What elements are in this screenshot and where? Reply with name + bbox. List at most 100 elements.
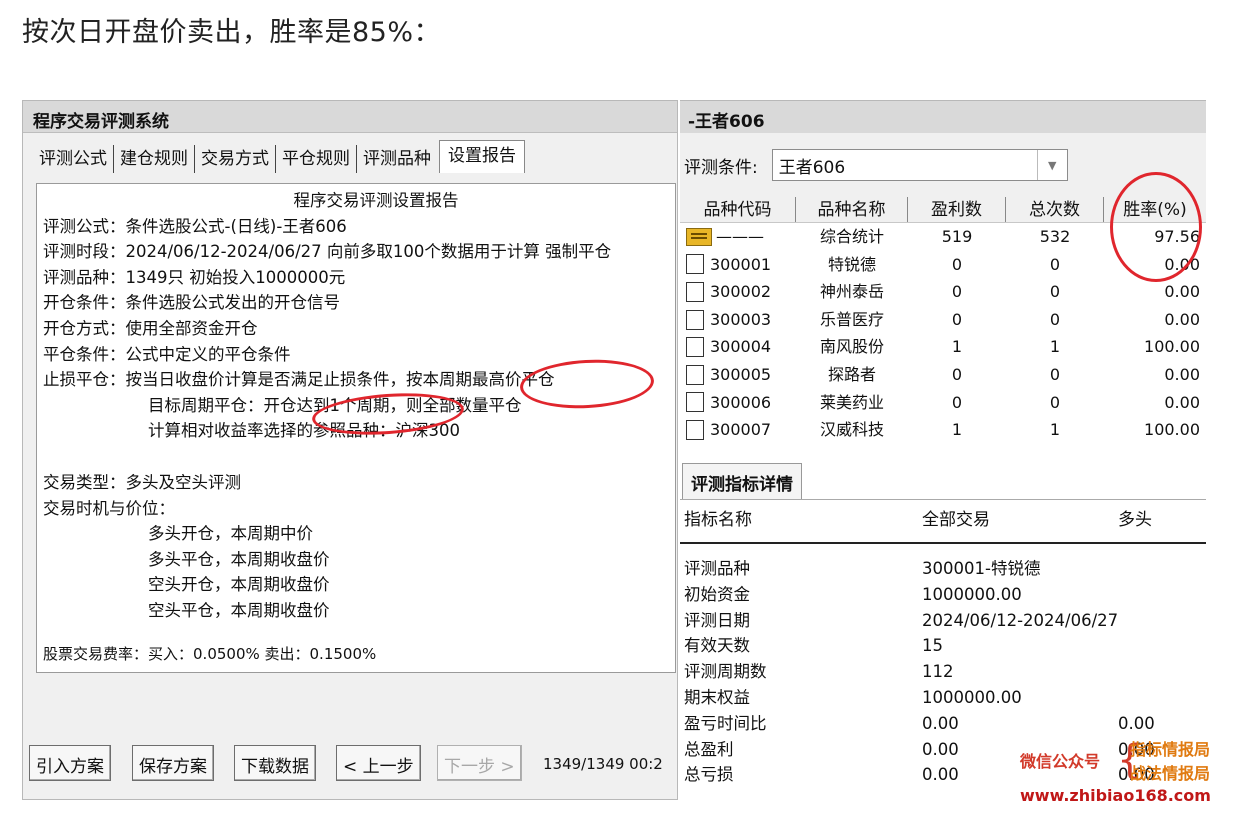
- header-name[interactable]: 品种名称: [796, 197, 908, 222]
- folder-icon: [686, 227, 712, 246]
- cell-rate: 100.00: [1144, 337, 1200, 357]
- detail-long: [1118, 608, 1206, 634]
- cell-win: 0: [951, 282, 963, 302]
- cell-total: 1: [1049, 420, 1061, 440]
- detail-all: 112: [922, 662, 954, 682]
- detail-all: 1000000.00: [922, 687, 1022, 707]
- report-line: 评测时段：2024/06/12-2024/06/27 向前多取100个数据用于计…: [43, 242, 612, 262]
- detail-name: 总盈利: [684, 739, 734, 759]
- cell-win: 519: [941, 227, 973, 246]
- cell-name: 乐普医疗: [819, 309, 884, 329]
- report-line: 评测公式：条件选股公式-(日线)-王者606: [43, 216, 347, 236]
- header-total[interactable]: 总次数: [1006, 197, 1104, 222]
- cell-rate: 0.00: [1164, 392, 1200, 412]
- next-step-button[interactable]: 下一步 >: [437, 745, 522, 781]
- tab-open-rules[interactable]: 建仓规则: [114, 145, 195, 173]
- tab-instruments[interactable]: 评测品种: [357, 145, 437, 173]
- detail-all: 300001-特锐德: [922, 559, 1041, 578]
- cell-code: 300003: [680, 306, 796, 334]
- tab-close-rules[interactable]: 平仓规则: [276, 145, 357, 173]
- report-line: 空头平仓，本周期收盘价: [148, 600, 330, 620]
- document-icon: [686, 281, 704, 302]
- report-line: 交易时机与价位：: [43, 498, 175, 518]
- cell-name: 莱美药业: [819, 392, 884, 412]
- condition-row: 评测条件: 王者606 ▼: [684, 149, 1068, 181]
- cell-win: 0: [951, 254, 963, 274]
- detail-header-long: 多头: [1118, 510, 1152, 530]
- document-icon: [686, 254, 704, 275]
- tab-settings-report[interactable]: 设置报告: [439, 140, 525, 173]
- grid-row[interactable]: 300006 莱美药业 0 0 0.00: [680, 389, 1206, 417]
- tab-trade-mode[interactable]: 交易方式: [195, 145, 276, 173]
- progress-status: 1349/1349 00:2: [543, 755, 663, 773]
- window-title: 程序交易评测系统: [23, 101, 677, 133]
- condition-value: 王者606: [778, 157, 846, 178]
- report-line: 交易类型：多头及空头评测: [43, 472, 241, 492]
- cell-total: 0: [1049, 392, 1061, 412]
- import-plan-button[interactable]: 引入方案: [29, 745, 111, 781]
- detail-all: 0.00: [922, 713, 959, 733]
- detail-row: 评测品种 300001-特锐德: [680, 556, 1206, 582]
- report-line: 多头开仓，本周期中价: [148, 524, 313, 544]
- detail-row: 有效天数 15: [680, 633, 1206, 659]
- cell-name: 探路者: [827, 364, 876, 384]
- cell-win: 0: [951, 364, 963, 384]
- detail-name: 有效天数: [684, 636, 750, 656]
- detail-name: 总亏损: [684, 765, 734, 785]
- cell-name: 特锐德: [827, 254, 876, 274]
- detail-long: [1118, 633, 1206, 659]
- prev-step-button[interactable]: < 上一步: [336, 745, 421, 781]
- chevron-down-icon[interactable]: ▼: [1036, 150, 1067, 180]
- watermark-name-2: 战法情报局: [1130, 764, 1211, 783]
- report-title: 程序交易评测设置报告: [293, 191, 459, 210]
- cell-code: 300006: [680, 389, 796, 417]
- cell-total: 532: [1039, 227, 1071, 246]
- condition-label: 评测条件:: [684, 157, 758, 178]
- cell-win: 0: [951, 392, 963, 412]
- cell-total: 0: [1049, 364, 1061, 384]
- cell-total: 0: [1049, 309, 1061, 329]
- detail-name: 评测品种: [684, 559, 750, 578]
- cell-code: ———: [680, 223, 796, 251]
- cell-win: 1: [951, 420, 963, 440]
- cell-name: 南风股份: [819, 337, 884, 357]
- detail-all: 2024/06/12-2024/06/27: [922, 610, 1119, 630]
- detail-row: 评测日期 2024/06/12-2024/06/27: [680, 608, 1206, 634]
- detail-row: 初始资金 1000000.00: [680, 582, 1206, 608]
- report-line: 开仓方式：使用全部资金开仓: [43, 318, 258, 338]
- header-code[interactable]: 品种代码: [680, 197, 796, 222]
- tab-formula[interactable]: 评测公式: [33, 145, 114, 173]
- tab-bar: 评测公式 建仓规则 交易方式 平仓规则 评测品种 设置报告: [33, 140, 525, 173]
- detail-tab[interactable]: 评测指标详情: [682, 463, 802, 499]
- annotation-circle-winrate: [1110, 172, 1202, 282]
- document-icon: [686, 309, 704, 330]
- document-icon: [686, 364, 704, 385]
- detail-long: [1118, 659, 1206, 685]
- grid-row[interactable]: 300005 探路者 0 0 0.00: [680, 361, 1206, 389]
- cell-code: 300007: [680, 416, 796, 444]
- cell-code: 300002: [680, 278, 796, 306]
- document-icon: [686, 419, 704, 440]
- cell-rate: 0.00: [1164, 309, 1200, 329]
- cell-name: 汉威科技: [819, 420, 884, 440]
- grid-row[interactable]: 300007 汉威科技 1 1 100.00: [680, 416, 1206, 444]
- cell-code: 300005: [680, 361, 796, 389]
- condition-select[interactable]: 王者606 ▼: [771, 149, 1068, 181]
- grid-row[interactable]: 300004 南风股份 1 1 100.00: [680, 333, 1206, 361]
- detail-name: 期末权益: [684, 687, 750, 707]
- report-line: 多头平仓，本周期收盘价: [148, 549, 330, 569]
- download-data-button[interactable]: 下载数据: [234, 745, 316, 781]
- header-win[interactable]: 盈利数: [908, 197, 1006, 222]
- grid-row[interactable]: 300002 神州泰岳 0 0 0.00: [680, 278, 1206, 306]
- detail-long: 0.00: [1118, 713, 1155, 733]
- detail-long: [1118, 556, 1206, 582]
- detail-name: 评测周期数: [684, 662, 767, 682]
- cell-name: 神州泰岳: [819, 282, 884, 302]
- detail-row: 盈亏时间比 0.00 0.00: [680, 711, 1206, 737]
- detail-long: [1118, 685, 1206, 711]
- grid-row[interactable]: 300003 乐普医疗 0 0 0.00: [680, 306, 1206, 334]
- save-plan-button[interactable]: 保存方案: [132, 745, 214, 781]
- detail-name: 盈亏时间比: [684, 713, 767, 733]
- cell-win: 0: [951, 309, 963, 329]
- detail-all: 15: [922, 636, 943, 656]
